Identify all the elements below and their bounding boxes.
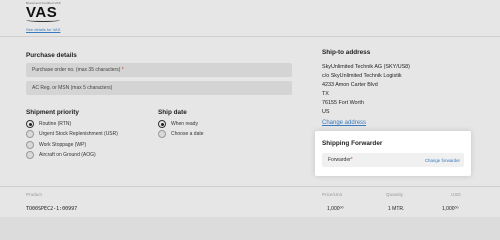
ac-reg-input[interactable]: AC Reg. or MSN (max 5 characters) [26,81,292,95]
address-line: SkyUnlimited Technik AG (SKY/US8) [322,64,410,70]
priority-option-label: Aircraft on Ground (AOG) [39,152,96,158]
ship-to-title: Ship-to address [322,49,371,56]
shipping-forwarder-title: Shipping Forwarder [322,140,383,147]
ship-date-option-label: Choose a date [171,131,204,137]
shipment-priority-title: Shipment priority [26,109,79,116]
shipping-forwarder-card: Shipping Forwarder Forwarder* Change for… [315,131,471,176]
forwarder-label: Forwarder* [328,157,353,163]
header-currency: USD [451,192,461,197]
address-line: US [322,109,330,115]
purchase-order-placeholder: Purchase order no. (max 35 characters) [32,67,121,73]
row-quantity: 1 MTR. [388,206,405,212]
address-line: TX [322,91,329,97]
radio-icon[interactable] [26,151,34,159]
address-line: c/o SkyUnlimited Technik Logistik [322,73,402,79]
header-divider [0,36,500,37]
change-address-link[interactable]: Change address [322,120,366,126]
header-product: Product [26,192,42,197]
priority-option-label: Urgent Stock Replenishment (USR) [39,131,118,137]
priority-option-label: Routine (RTN) [39,121,72,127]
header-quantity: Quantity [386,192,404,197]
ship-date-choose[interactable]: Choose a date [158,130,204,138]
required-asterisk: * [121,67,124,73]
forwarder-field: Forwarder* Change forwarder [322,153,464,167]
radio-icon[interactable] [158,130,166,138]
row-product: TO00SPEC2-1:00997 [26,206,78,212]
row-price-unit: 1,000⁰⁰ [327,206,344,212]
purchase-details-title: Purchase details [26,52,77,59]
priority-option-usr[interactable]: Urgent Stock Replenishment (USR) [26,130,118,138]
radio-selected-icon[interactable] [158,120,166,128]
vas-details-link[interactable]: See details for VAS [26,27,60,32]
purchase-order-input[interactable]: Purchase order no. (max 35 characters) * [26,63,292,77]
table-divider [0,186,500,187]
priority-option-wp[interactable]: Work Stoppage (WP) [26,141,86,149]
header-price-unit: Price/Unit [322,192,342,197]
ship-date-option-label: When ready [171,121,198,127]
address-line: 76155 Fort Worth [322,100,364,106]
logo-text: VAS [26,4,58,21]
priority-option-label: Work Stoppage (WP) [39,142,87,148]
radio-icon[interactable] [26,141,34,149]
radio-icon[interactable] [26,130,34,138]
checkout-page: Brand and Certified VAS VAS See details … [0,0,500,217]
ship-date-title: Ship date [158,109,187,116]
radio-selected-icon[interactable] [26,120,34,128]
vas-logo: Brand and Certified VAS VAS [26,1,61,22]
priority-option-rtn[interactable]: Routine (RTN) [26,120,71,128]
priority-option-aog[interactable]: Aircraft on Ground (AOG) [26,151,96,159]
ac-reg-placeholder: AC Reg. or MSN (max 5 characters) [32,85,113,91]
row-total: 1,000⁰⁰ [442,206,459,212]
address-line: 4233 Amon Carter Blvd [322,82,378,88]
change-forwarder-link[interactable]: Change forwarder [425,158,460,163]
required-asterisk: * [350,157,353,163]
ship-date-when-ready[interactable]: When ready [158,120,198,128]
